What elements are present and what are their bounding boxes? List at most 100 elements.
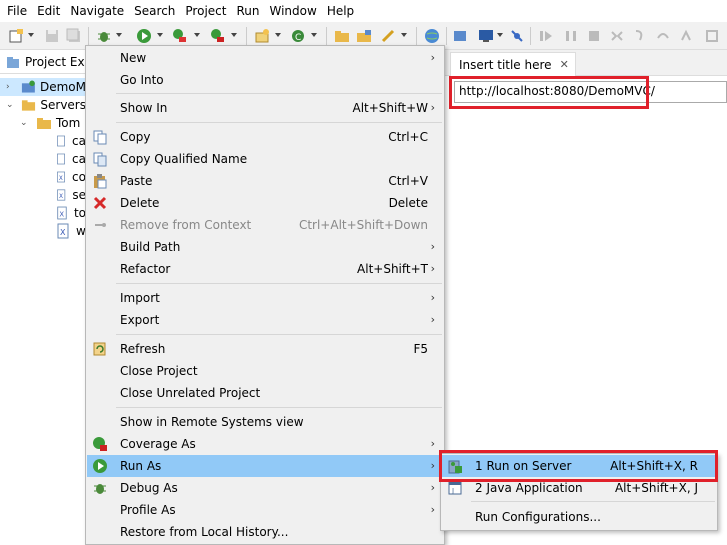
tree-item-xml[interactable]: X to bbox=[56, 204, 86, 222]
open-task-icon[interactable] bbox=[356, 28, 372, 44]
menu-edit[interactable]: Edit bbox=[32, 0, 65, 22]
new-class-dropdown-icon[interactable] bbox=[311, 33, 317, 37]
menu-item-close-project[interactable]: Close Project bbox=[87, 360, 443, 382]
delete-icon bbox=[93, 196, 107, 210]
new-dropdown-icon[interactable] bbox=[28, 33, 34, 37]
tree-item-file[interactable]: ca bbox=[56, 150, 86, 168]
tree-item-label: co bbox=[72, 170, 86, 184]
run-icon[interactable] bbox=[136, 28, 152, 44]
menu-item-close-unrelated-project[interactable]: Close Unrelated Project bbox=[87, 382, 443, 404]
new-java-dropdown-icon[interactable] bbox=[275, 33, 281, 37]
menu-file[interactable]: File bbox=[2, 0, 32, 22]
menu-item-copy-qualified-name[interactable]: Copy Qualified Name bbox=[87, 148, 443, 170]
menu-item-go-into[interactable]: Go Into bbox=[87, 69, 443, 91]
globe-icon[interactable] bbox=[424, 28, 440, 44]
submenu-arrow-icon: › bbox=[430, 459, 435, 472]
menu-item-restore-from-local-history[interactable]: Restore from Local History... bbox=[87, 521, 443, 543]
debug-icon bbox=[94, 484, 106, 494]
coverage-icon[interactable] bbox=[172, 28, 188, 44]
new-wizard-icon[interactable] bbox=[8, 28, 24, 44]
submenu-arrow-icon: › bbox=[430, 240, 435, 253]
menu-item-copy[interactable]: Copy Ctrl+C bbox=[87, 126, 443, 148]
menu-item-profile-as[interactable]: Profile As › bbox=[87, 499, 443, 521]
monitor-icon[interactable] bbox=[478, 28, 494, 44]
menu-item-paste[interactable]: Paste Ctrl+V bbox=[87, 170, 443, 192]
skip-breakpoints-icon[interactable] bbox=[509, 28, 525, 44]
menu-item-show-in-remote-systems[interactable]: Show in Remote Systems view bbox=[87, 411, 443, 433]
file-icon bbox=[57, 153, 65, 165]
project-explorer-tab[interactable]: Project Exp bbox=[0, 50, 92, 74]
tree-item-file[interactable]: ca bbox=[56, 132, 86, 150]
menu-item-delete[interactable]: Delete Delete bbox=[87, 192, 443, 214]
run-on-server-annotation-box bbox=[439, 450, 718, 482]
debug-icon[interactable] bbox=[96, 28, 112, 44]
collapse-arrow-icon[interactable]: ⌄ bbox=[6, 100, 15, 110]
search-pen-icon[interactable] bbox=[380, 28, 396, 44]
run-tools-dropdown-icon[interactable] bbox=[231, 33, 237, 37]
open-type-icon[interactable] bbox=[334, 28, 350, 44]
new-class-icon[interactable]: C bbox=[290, 28, 306, 44]
submenu-arrow-icon: › bbox=[430, 481, 435, 494]
menu-project[interactable]: Project bbox=[180, 0, 231, 22]
tree-item-servers[interactable]: ⌄ Servers bbox=[0, 96, 86, 114]
submenu-item-run-configurations[interactable]: Run Configurations... bbox=[442, 506, 716, 528]
java-app-icon: J bbox=[448, 481, 462, 495]
menu-item-new[interactable]: New › bbox=[87, 47, 443, 69]
menu-item-run-as[interactable]: Run As › bbox=[87, 455, 443, 477]
xml-file-icon: X bbox=[57, 171, 65, 183]
svg-text:C: C bbox=[295, 33, 301, 43]
run-tools-icon[interactable] bbox=[210, 28, 226, 44]
menu-navigate[interactable]: Navigate bbox=[65, 0, 129, 22]
menu-search[interactable]: Search bbox=[129, 0, 180, 22]
editor-tab[interactable]: Insert title here ✕ bbox=[450, 52, 576, 76]
run-icon bbox=[93, 459, 107, 473]
menu-item-show-in[interactable]: Show In Alt+Shift+W › bbox=[87, 97, 443, 119]
tree-item-label: ca bbox=[72, 152, 86, 166]
step-into-icon bbox=[635, 30, 643, 41]
step-over-icon bbox=[657, 33, 669, 39]
save-all-icon[interactable] bbox=[66, 28, 82, 44]
menu-window[interactable]: Window bbox=[264, 0, 321, 22]
collapse-arrow-icon[interactable]: ⌄ bbox=[20, 118, 30, 128]
project-explorer-title: Project Exp bbox=[25, 55, 93, 69]
debug-dropdown-icon[interactable] bbox=[116, 33, 122, 37]
menu-item-build-path[interactable]: Build Path › bbox=[87, 236, 443, 258]
editor-tab-label: Insert title here bbox=[459, 57, 552, 72]
xml-file-icon: X bbox=[57, 223, 69, 239]
menu-run[interactable]: Run bbox=[231, 0, 264, 22]
menu-item-export[interactable]: Export › bbox=[87, 309, 443, 331]
menu-item-debug-as[interactable]: Debug As › bbox=[87, 477, 443, 499]
expand-arrow-icon[interactable]: › bbox=[6, 82, 15, 92]
project-icon bbox=[22, 80, 36, 93]
tree-item-xml[interactable]: X se bbox=[56, 186, 86, 204]
folder-icon bbox=[37, 118, 51, 129]
new-java-project-icon[interactable] bbox=[254, 28, 270, 44]
save-icon[interactable] bbox=[44, 28, 60, 44]
tree-item-tomcat[interactable]: ⌄ Tom bbox=[14, 114, 86, 132]
run-dropdown-icon[interactable] bbox=[157, 33, 163, 37]
search-dropdown-icon[interactable] bbox=[401, 33, 407, 37]
resume-icon bbox=[540, 31, 552, 41]
drop-to-frame-icon bbox=[706, 30, 718, 42]
copy-qualified-icon bbox=[93, 152, 107, 167]
menu-item-refresh[interactable]: Refresh F5 bbox=[87, 338, 443, 360]
url-annotation-box bbox=[449, 76, 649, 109]
tree-item-xml[interactable]: X w bbox=[56, 222, 86, 240]
close-icon[interactable]: ✕ bbox=[560, 58, 569, 71]
menu-item-import[interactable]: Import › bbox=[87, 287, 443, 309]
svg-text:J: J bbox=[451, 487, 454, 495]
coverage-dropdown-icon[interactable] bbox=[194, 33, 200, 37]
tree-item-xml[interactable]: X co bbox=[56, 168, 86, 186]
menu-help[interactable]: Help bbox=[322, 0, 359, 22]
monitor-dropdown-icon[interactable] bbox=[497, 33, 503, 37]
submenu-arrow-icon: › bbox=[430, 437, 435, 450]
submenu-arrow-icon: › bbox=[430, 262, 435, 275]
svg-text:X: X bbox=[59, 176, 63, 182]
editor-tab-bar: Insert title here ✕ bbox=[440, 50, 727, 76]
menu-item-coverage-as[interactable]: Coverage As › bbox=[87, 433, 443, 455]
perspective-icon[interactable] bbox=[452, 28, 468, 44]
tree-item-label: se bbox=[72, 188, 86, 202]
remove-context-icon bbox=[95, 223, 106, 227]
tree-item-demomvc[interactable]: › DemoM bbox=[0, 78, 86, 96]
menu-item-refactor[interactable]: Refactor Alt+Shift+T › bbox=[87, 258, 443, 280]
